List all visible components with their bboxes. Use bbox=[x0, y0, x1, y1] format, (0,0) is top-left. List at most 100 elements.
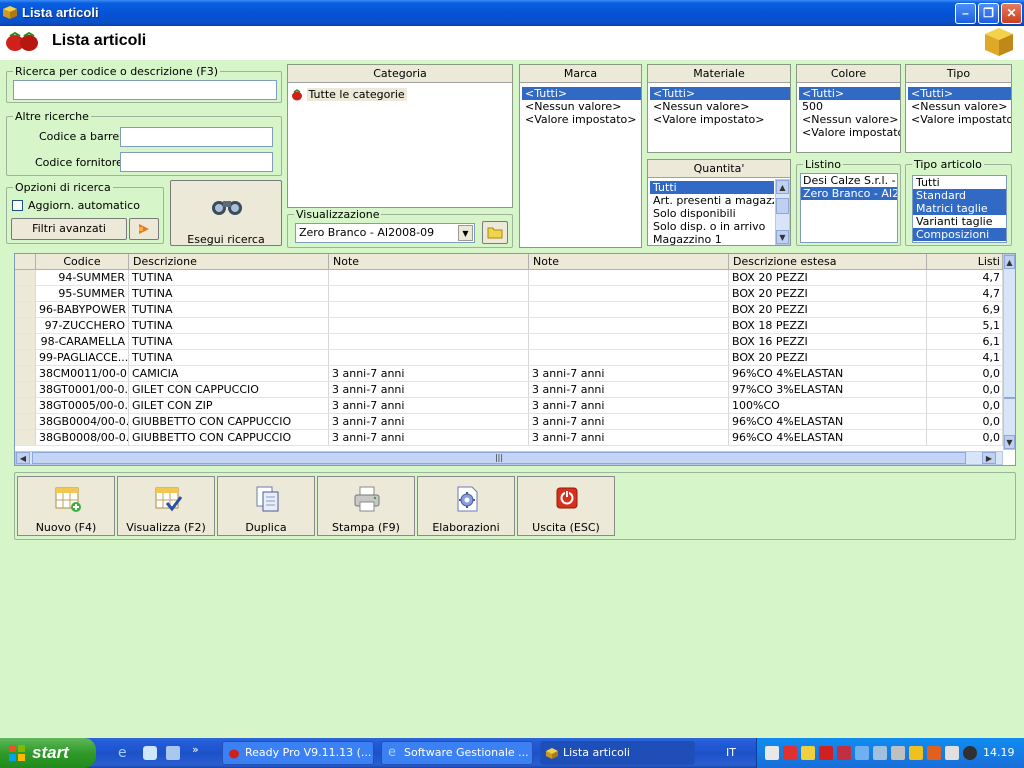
network2-tray-icon[interactable] bbox=[873, 746, 887, 760]
cell-code[interactable]: 96-BABYPOWER bbox=[36, 302, 129, 318]
task-ready-pro[interactable]: Ready Pro V9.11.13 (... bbox=[222, 741, 374, 765]
cell-description[interactable]: TUTINA bbox=[129, 334, 329, 350]
quantity-item[interactable]: Art. presenti a magazzino bbox=[650, 194, 774, 207]
cell-description[interactable]: GILET CON ZIP bbox=[129, 398, 329, 414]
article-type-item[interactable]: Standard bbox=[913, 189, 1006, 202]
type-item[interactable]: <Nessun valore> bbox=[908, 100, 1011, 113]
cell-extended-description[interactable]: BOX 20 PEZZI bbox=[729, 350, 927, 366]
speaker-tray-icon[interactable] bbox=[891, 746, 905, 760]
cell-note-2[interactable] bbox=[529, 302, 729, 318]
table-row[interactable]: 38GB0008/00-0... GIUBBETTO CON CAPPUCCIO 3… bbox=[15, 430, 1005, 446]
articles-grid[interactable]: Codice Descrizione Note Note Descrizione… bbox=[14, 253, 1016, 466]
clock[interactable]: 14.19 bbox=[983, 746, 1015, 759]
main-search-input[interactable] bbox=[13, 80, 277, 100]
cell-note-2[interactable] bbox=[529, 334, 729, 350]
cell-note-1[interactable]: 3 anni-7 anni bbox=[329, 414, 529, 430]
cell-note-1[interactable] bbox=[329, 350, 529, 366]
network-tray-icon[interactable] bbox=[855, 746, 869, 760]
update-tray-icon[interactable] bbox=[927, 746, 941, 760]
scroll-thumb[interactable]: ||| bbox=[32, 452, 966, 464]
cell-note-1[interactable] bbox=[329, 270, 529, 286]
cell-description[interactable]: GILET CON CAPPUCCIO bbox=[129, 382, 329, 398]
cell-note-1[interactable] bbox=[329, 334, 529, 350]
cell-description[interactable]: TUTINA bbox=[129, 270, 329, 286]
cell-description[interactable]: TUTINA bbox=[129, 286, 329, 302]
cell-price[interactable]: 6,1 bbox=[927, 334, 1003, 350]
table-row[interactable]: 38GT0001/00-0... GILET CON CAPPUCCIO 3 ann… bbox=[15, 382, 1005, 398]
color-item[interactable]: 500 bbox=[799, 100, 900, 113]
color-item[interactable]: <Valore impostato> bbox=[799, 126, 900, 139]
column-header-note-2[interactable]: Note bbox=[529, 254, 729, 270]
row-indicator[interactable] bbox=[15, 270, 36, 286]
cell-code[interactable]: 38GB0004/00-0... bbox=[36, 414, 129, 430]
cell-note-1[interactable] bbox=[329, 318, 529, 334]
article-type-item[interactable]: Matrici taglie bbox=[913, 202, 1006, 215]
color-item[interactable]: <Tutti> bbox=[799, 87, 900, 100]
column-header-description[interactable]: Descrizione bbox=[129, 254, 329, 270]
minimize-button[interactable]: – bbox=[955, 3, 976, 24]
cell-description[interactable]: GIUBBETTO CON CAPPUCCIO bbox=[129, 430, 329, 446]
cell-code[interactable]: 94-SUMMER bbox=[36, 270, 129, 286]
column-header-extended-description[interactable]: Descrizione estesa bbox=[729, 254, 927, 270]
scroll-thumb[interactable] bbox=[776, 198, 789, 214]
scroll-down-icon[interactable]: ▼ bbox=[776, 230, 789, 244]
row-indicator[interactable] bbox=[15, 430, 36, 446]
material-item[interactable]: <Tutti> bbox=[650, 87, 790, 100]
scroll-thumb[interactable] bbox=[1004, 397, 1015, 399]
quantity-item[interactable]: Magazzino 1 bbox=[650, 233, 774, 246]
cell-price[interactable]: 0,0 bbox=[927, 414, 1003, 430]
quantity-item[interactable]: Solo disp. o in arrivo bbox=[650, 220, 774, 233]
table-row[interactable]: 95-SUMMER TUTINA BOX 20 PEZZI 4,7 bbox=[15, 286, 1005, 302]
view-button[interactable]: Visualizza (F2) bbox=[117, 476, 215, 536]
cell-code[interactable]: 38CM0011/00-0... bbox=[36, 366, 129, 382]
row-indicator[interactable] bbox=[15, 350, 36, 366]
cell-price[interactable]: 4,7 bbox=[927, 286, 1003, 302]
cell-description[interactable]: CAMICIA bbox=[129, 366, 329, 382]
material-item[interactable]: <Nessun valore> bbox=[650, 100, 790, 113]
execute-search-button[interactable]: Esegui ricerca bbox=[170, 180, 282, 246]
flag-tray-icon[interactable] bbox=[819, 746, 833, 760]
scroll-up-icon[interactable]: ▲ bbox=[1004, 255, 1015, 269]
cell-note-2[interactable] bbox=[529, 286, 729, 302]
title-bar[interactable]: Lista articoli – ❐ ✕ bbox=[0, 0, 1024, 26]
start-button[interactable]: start bbox=[0, 738, 96, 768]
chevron-down-icon[interactable]: ▼ bbox=[458, 225, 473, 241]
scroll-down-icon[interactable]: ▼ bbox=[1004, 435, 1015, 449]
supplier-code-input[interactable] bbox=[120, 152, 273, 172]
table-row[interactable]: 96-BABYPOWER TUTINA BOX 20 PEZZI 6,9 bbox=[15, 302, 1005, 318]
cell-price[interactable]: 0,0 bbox=[927, 398, 1003, 414]
row-indicator[interactable] bbox=[15, 398, 36, 414]
brand-item[interactable]: <Valore impostato> bbox=[522, 113, 641, 126]
table-row[interactable]: 38GB0004/00-0... GIUBBETTO CON CAPPUCCIO 3… bbox=[15, 414, 1005, 430]
filter-arrow-button[interactable] bbox=[129, 218, 159, 240]
cell-note-2[interactable] bbox=[529, 270, 729, 286]
media-tray-icon[interactable] bbox=[963, 746, 977, 760]
table-row[interactable]: 98-CARAMELLA TUTINA BOX 16 PEZZI 6,1 bbox=[15, 334, 1005, 350]
row-indicator[interactable] bbox=[15, 334, 36, 350]
ie-quicklaunch-icon[interactable]: e bbox=[118, 745, 134, 761]
cell-description[interactable]: GIUBBETTO CON CAPPUCCIO bbox=[129, 414, 329, 430]
quantity-scrollbar[interactable]: ▲ ▼ bbox=[775, 179, 790, 245]
cell-price[interactable]: 4,7 bbox=[927, 270, 1003, 286]
cell-note-1[interactable] bbox=[329, 286, 529, 302]
category-item-all[interactable]: Tutte le categorie bbox=[291, 88, 407, 102]
grid-vertical-scrollbar[interactable]: ▲ ▼ bbox=[1003, 254, 1015, 450]
view-select[interactable]: Zero Branco - AI2008-09 ▼ bbox=[295, 223, 475, 243]
open-folder-button[interactable] bbox=[482, 221, 508, 244]
cell-extended-description[interactable]: 96%CO 4%ELASTAN bbox=[729, 430, 927, 446]
type-item[interactable]: <Valore impostato> bbox=[908, 113, 1011, 126]
color-item[interactable]: <Nessun valore> bbox=[799, 113, 900, 126]
cell-note-2[interactable] bbox=[529, 350, 729, 366]
cell-extended-description[interactable]: BOX 20 PEZZI bbox=[729, 302, 927, 318]
row-indicator[interactable] bbox=[15, 286, 36, 302]
scroll-up-icon[interactable]: ▲ bbox=[776, 180, 789, 194]
process-button[interactable]: Elaborazioni bbox=[417, 476, 515, 536]
cell-note-2[interactable]: 3 anni-7 anni bbox=[529, 366, 729, 382]
column-header-note-1[interactable]: Note bbox=[329, 254, 529, 270]
scroll-right-icon[interactable]: ▶ bbox=[982, 452, 996, 464]
close-button[interactable]: ✕ bbox=[1001, 3, 1022, 24]
task-lista-articoli[interactable]: Lista articoli bbox=[540, 741, 695, 765]
exit-button[interactable]: Uscita (ESC) bbox=[517, 476, 615, 536]
language-indicator[interactable]: IT bbox=[726, 746, 736, 759]
cell-price[interactable]: 5,1 bbox=[927, 318, 1003, 334]
